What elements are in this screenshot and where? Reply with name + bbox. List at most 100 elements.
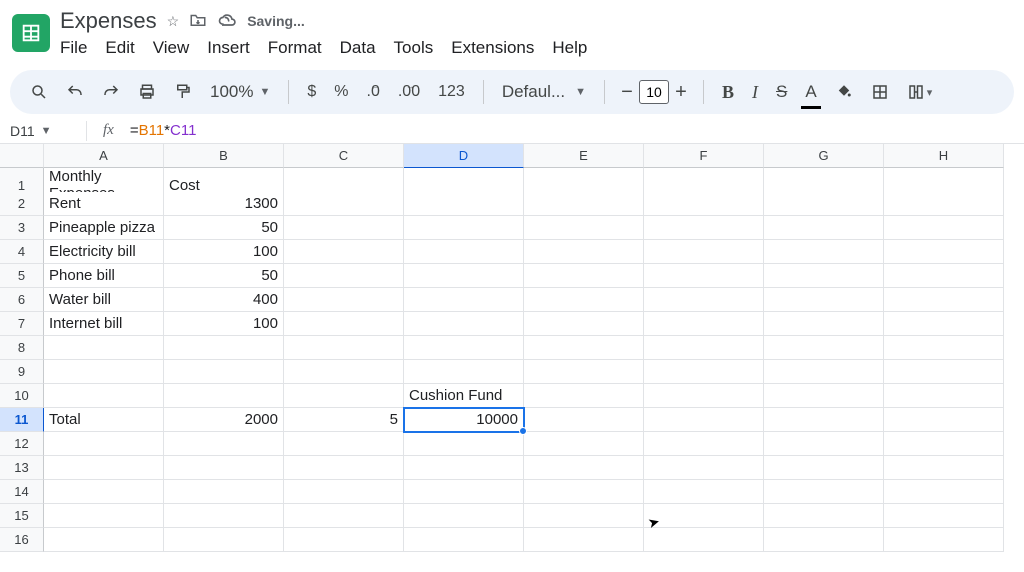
cell-D15[interactable] [404, 504, 524, 528]
cell-A5[interactable]: Phone bill [44, 264, 164, 288]
cell-F15[interactable] [644, 504, 764, 528]
cell-C9[interactable] [284, 360, 404, 384]
cell-B9[interactable] [164, 360, 284, 384]
zoom-select[interactable]: 100%▼ [204, 77, 276, 107]
column-header-C[interactable]: C [284, 144, 404, 168]
name-box[interactable]: D11▼ [10, 123, 70, 139]
print-button[interactable] [132, 77, 162, 107]
cell-F8[interactable] [644, 336, 764, 360]
merge-cells-button[interactable]: ▾ [901, 77, 939, 107]
cell-E14[interactable] [524, 480, 644, 504]
cell-H6[interactable] [884, 288, 1004, 312]
cell-F4[interactable] [644, 240, 764, 264]
cell-D9[interactable] [404, 360, 524, 384]
row-header-4[interactable]: 4 [0, 240, 44, 264]
cell-F3[interactable] [644, 216, 764, 240]
cell-B4[interactable]: 100 [164, 240, 284, 264]
row-header-13[interactable]: 13 [0, 456, 44, 480]
decrease-decimal-button[interactable]: .0← [361, 77, 386, 107]
text-color-button[interactable]: A [799, 77, 822, 107]
cell-F12[interactable] [644, 432, 764, 456]
cloud-status-icon[interactable] [217, 12, 237, 31]
cell-A4[interactable]: Electricity bill [44, 240, 164, 264]
italic-button[interactable]: I [746, 77, 764, 107]
cell-A13[interactable] [44, 456, 164, 480]
more-formats-button[interactable]: 123 [432, 77, 471, 107]
font-select[interactable]: Defaul...▼ [496, 77, 592, 107]
menu-file[interactable]: File [60, 38, 87, 58]
cell-B6[interactable]: 400 [164, 288, 284, 312]
menu-data[interactable]: Data [340, 38, 376, 58]
column-header-H[interactable]: H [884, 144, 1004, 168]
cell-B13[interactable] [164, 456, 284, 480]
font-size-decrease[interactable]: − [617, 81, 637, 104]
cell-F6[interactable] [644, 288, 764, 312]
menu-insert[interactable]: Insert [207, 38, 250, 58]
cell-E7[interactable] [524, 312, 644, 336]
column-header-B[interactable]: B [164, 144, 284, 168]
cell-C11[interactable]: 5 [284, 408, 404, 432]
increase-decimal-button[interactable]: .00→ [392, 77, 426, 107]
cell-F16[interactable] [644, 528, 764, 552]
star-icon[interactable]: ☆ [167, 13, 180, 30]
cell-B11[interactable]: 2000 [164, 408, 284, 432]
column-header-G[interactable]: G [764, 144, 884, 168]
cell-H14[interactable] [884, 480, 1004, 504]
row-header-15[interactable]: 15 [0, 504, 44, 528]
cell-D2[interactable] [404, 192, 524, 216]
cell-C10[interactable] [284, 384, 404, 408]
paint-format-button[interactable] [168, 77, 198, 107]
cell-B8[interactable] [164, 336, 284, 360]
cell-F5[interactable] [644, 264, 764, 288]
cell-G10[interactable] [764, 384, 884, 408]
cell-E9[interactable] [524, 360, 644, 384]
cell-G6[interactable] [764, 288, 884, 312]
format-percent-button[interactable]: % [328, 77, 354, 107]
cell-G9[interactable] [764, 360, 884, 384]
cell-G2[interactable] [764, 192, 884, 216]
menu-view[interactable]: View [153, 38, 190, 58]
font-size-increase[interactable]: + [671, 81, 691, 104]
selection-handle[interactable] [519, 427, 527, 435]
cell-B16[interactable] [164, 528, 284, 552]
cell-H5[interactable] [884, 264, 1004, 288]
cell-D11[interactable]: 10000 [404, 408, 524, 432]
cell-H16[interactable] [884, 528, 1004, 552]
cell-G11[interactable] [764, 408, 884, 432]
cell-D8[interactable] [404, 336, 524, 360]
cell-D7[interactable] [404, 312, 524, 336]
cell-H12[interactable] [884, 432, 1004, 456]
cell-A14[interactable] [44, 480, 164, 504]
cell-B5[interactable]: 50 [164, 264, 284, 288]
cell-E4[interactable] [524, 240, 644, 264]
cell-B7[interactable]: 100 [164, 312, 284, 336]
cell-F14[interactable] [644, 480, 764, 504]
cell-A15[interactable] [44, 504, 164, 528]
cell-B2[interactable]: 1300 [164, 192, 284, 216]
cell-D6[interactable] [404, 288, 524, 312]
cell-D5[interactable] [404, 264, 524, 288]
cell-D3[interactable] [404, 216, 524, 240]
menu-tools[interactable]: Tools [394, 38, 434, 58]
row-header-16[interactable]: 16 [0, 528, 44, 552]
cell-H10[interactable] [884, 384, 1004, 408]
cell-E10[interactable] [524, 384, 644, 408]
undo-button[interactable] [60, 77, 90, 107]
menu-extensions[interactable]: Extensions [451, 38, 534, 58]
cell-F9[interactable] [644, 360, 764, 384]
cell-C5[interactable] [284, 264, 404, 288]
cell-E13[interactable] [524, 456, 644, 480]
cell-E6[interactable] [524, 288, 644, 312]
cell-F13[interactable] [644, 456, 764, 480]
cell-C14[interactable] [284, 480, 404, 504]
formula-bar[interactable]: =B11*C11 [130, 122, 197, 139]
cell-H8[interactable] [884, 336, 1004, 360]
cell-C3[interactable] [284, 216, 404, 240]
row-header-10[interactable]: 10 [0, 384, 44, 408]
cell-H11[interactable] [884, 408, 1004, 432]
cell-E15[interactable] [524, 504, 644, 528]
cell-C4[interactable] [284, 240, 404, 264]
row-header-9[interactable]: 9 [0, 360, 44, 384]
cell-A6[interactable]: Water bill [44, 288, 164, 312]
cell-E3[interactable] [524, 216, 644, 240]
